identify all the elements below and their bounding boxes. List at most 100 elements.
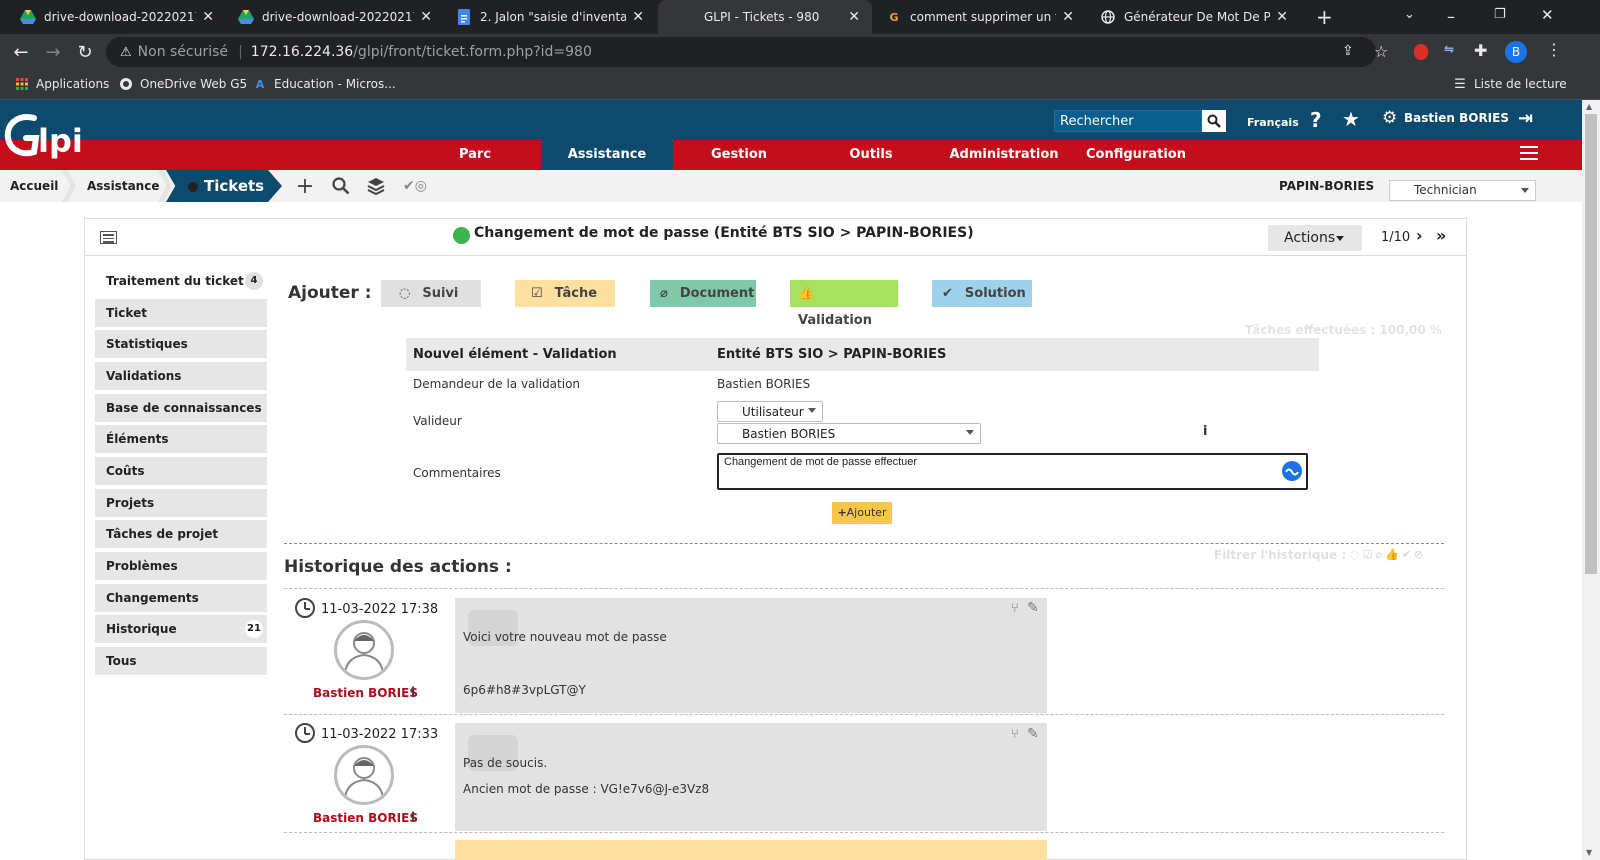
validator-type-select[interactable]: Utilisateur: [717, 401, 823, 422]
bookmark-star-icon[interactable]: ☆: [1374, 42, 1388, 61]
add-followup-button[interactable]: ◌ Suivi: [381, 280, 481, 307]
add-task-button[interactable]: ☑ Tâche: [515, 280, 615, 307]
side-tab-historique[interactable]: Historique 21: [95, 615, 267, 643]
browser-tab[interactable]: drive-download-20220217T1 ✕: [8, 0, 226, 34]
side-tab-changements[interactable]: Changements: [95, 584, 267, 612]
browser-tab[interactable]: 2. Jalon "saisie d'inventaire" - ✕: [444, 0, 656, 34]
edit-icon[interactable]: ✎: [1027, 600, 1039, 616]
new-tab-icon[interactable]: +: [1316, 5, 1333, 29]
check-eye-icon[interactable]: ✔◎: [402, 176, 428, 196]
menu-parc[interactable]: Parc: [410, 140, 540, 170]
browser-tab[interactable]: Générateur De Mot De Passe ✕: [1088, 0, 1300, 34]
side-tab-project-tasks[interactable]: Tâches de projet: [95, 520, 267, 548]
grammar-assistant-icon[interactable]: [1282, 461, 1302, 481]
search-icon[interactable]: [1202, 110, 1226, 132]
reading-list[interactable]: ☰ Liste de lecture: [1452, 76, 1567, 92]
add-document-button[interactable]: ⌀ Document: [650, 280, 756, 307]
side-tab-validations[interactable]: Validations: [95, 362, 267, 390]
scroll-up-icon[interactable]: ▲: [1586, 102, 1592, 111]
side-tab-tous[interactable]: Tous: [95, 647, 267, 675]
list-view-icon[interactable]: [100, 231, 117, 244]
add-submit-button[interactable]: +Ajouter: [832, 502, 892, 524]
info-icon[interactable]: i: [411, 810, 415, 824]
menu-configuration[interactable]: Configuration: [1072, 140, 1200, 170]
entry-author[interactable]: Bastien BORIES: [313, 686, 418, 700]
more-menu-icon[interactable]: ⋮: [1546, 40, 1562, 59]
minimize-icon[interactable]: –: [1447, 7, 1455, 26]
profile-avatar[interactable]: B: [1505, 41, 1527, 63]
star-icon[interactable]: ★: [1342, 107, 1360, 131]
side-tab-problemes[interactable]: Problèmes: [95, 552, 267, 580]
actions-button[interactable]: Actions: [1268, 225, 1362, 251]
filter-history-icons[interactable]: ◌☑⌀👍✔⊘: [1350, 548, 1426, 561]
browser-tab[interactable]: G comment supprimer un ticket ✕: [874, 0, 1086, 34]
glpi-logo[interactable]: lpi: [4, 110, 96, 166]
fork-icon[interactable]: ⑂: [1011, 727, 1019, 742]
info-icon[interactable]: i: [1203, 424, 1207, 439]
close-tab-icon[interactable]: ✕: [1062, 9, 1074, 25]
browser-tab[interactable]: drive-download-20220217T1 ✕: [226, 0, 444, 34]
crumb-tickets[interactable]: Tickets: [166, 170, 282, 202]
user-menu[interactable]: Bastien BORIES: [1404, 111, 1509, 125]
bookmark-education[interactable]: A Education - Micros...: [252, 76, 396, 92]
search-input[interactable]: Rechercher: [1054, 110, 1202, 132]
side-tab-ticket[interactable]: Ticket: [95, 299, 267, 327]
side-tab-couts[interactable]: Coûts: [95, 457, 267, 485]
menu-outils[interactable]: Outils: [806, 140, 936, 170]
bookmark-apps[interactable]: Applications: [14, 76, 109, 92]
extensions-puzzle-icon[interactable]: ✚: [1474, 41, 1487, 60]
close-tab-icon[interactable]: ✕: [632, 9, 644, 25]
side-tab-statistiques[interactable]: Statistiques: [95, 330, 267, 358]
fork-icon[interactable]: ⑂: [1011, 601, 1019, 616]
address-bar[interactable]: ⚠ Non sécurisé | 172.16.224.36/glpi/fron…: [106, 37, 1376, 67]
extension-icon[interactable]: ⇋: [1444, 42, 1454, 56]
side-tab-elements[interactable]: Éléments: [95, 425, 267, 453]
crumb-home[interactable]: Accueil: [10, 170, 58, 202]
menu-administration[interactable]: Administration: [938, 140, 1070, 170]
side-tab-projets[interactable]: Projets: [95, 489, 267, 517]
side-tab-traitement[interactable]: Traitement du ticket 4: [95, 267, 267, 295]
restore-icon[interactable]: ❐: [1494, 7, 1506, 22]
help-icon[interactable]: ?: [1310, 108, 1322, 132]
info-icon[interactable]: i: [411, 685, 415, 699]
reload-icon[interactable]: ↻: [73, 40, 97, 64]
last-icon[interactable]: »: [1436, 226, 1446, 245]
search-icon[interactable]: [331, 176, 351, 196]
share-icon[interactable]: ⇪: [1342, 43, 1354, 59]
next-icon[interactable]: ›: [1416, 226, 1423, 245]
close-tab-icon[interactable]: ✕: [848, 9, 860, 25]
crumb-assistance[interactable]: Assistance: [87, 170, 159, 202]
back-icon[interactable]: ←: [9, 40, 33, 64]
scroll-down-icon[interactable]: ▼: [1586, 848, 1592, 857]
browser-tab-active[interactable]: GLPI - Tickets - 980 ✕: [658, 0, 872, 34]
gear-icon[interactable]: ⚙: [1382, 108, 1397, 128]
add-icon[interactable]: +: [295, 174, 315, 199]
validator-user-select[interactable]: Bastien BORIES: [717, 423, 981, 444]
url-host: 172.16.224.36: [250, 44, 354, 60]
add-validation-button[interactable]: 👍 Validation: [790, 280, 898, 328]
edit-icon[interactable]: ✎: [1027, 726, 1039, 742]
url-path: /glpi/front/ticket.form.php?id=980: [353, 44, 592, 60]
extension-icon[interactable]: [1414, 44, 1428, 60]
layers-icon[interactable]: [366, 176, 386, 196]
close-tab-icon[interactable]: ✕: [420, 9, 432, 25]
tab-search-icon[interactable]: ⌄: [1404, 7, 1415, 22]
menu-assistance[interactable]: Assistance: [541, 140, 673, 170]
bookmark-onedrive[interactable]: OneDrive Web G5: [118, 76, 247, 92]
entry-author[interactable]: Bastien BORIES: [313, 811, 418, 825]
close-tab-icon[interactable]: ✕: [1276, 9, 1288, 25]
side-tab-knowledge-base[interactable]: Base de connaissances: [95, 394, 267, 422]
scrollbar-thumb[interactable]: [1585, 114, 1597, 574]
hamburger-menu-icon[interactable]: [1520, 146, 1538, 160]
forward-icon[interactable]: →: [41, 40, 65, 64]
entity-label[interactable]: PAPIN-BORIES: [1279, 170, 1374, 202]
logout-icon[interactable]: ⇥: [1518, 108, 1533, 129]
language-selector[interactable]: Français: [1247, 116, 1299, 129]
close-window-icon[interactable]: ✕: [1541, 6, 1554, 24]
menu-gestion[interactable]: Gestion: [674, 140, 804, 170]
profile-select[interactable]: Technician: [1389, 180, 1536, 201]
add-solution-button[interactable]: ✔ Solution: [932, 280, 1032, 307]
comments-textarea[interactable]: Changement de mot de passe effectuer: [717, 453, 1308, 490]
close-tab-icon[interactable]: ✕: [202, 9, 214, 25]
entry-text: Ancien mot de passe : VG!e7v6@J-e3Vz8: [463, 782, 710, 796]
